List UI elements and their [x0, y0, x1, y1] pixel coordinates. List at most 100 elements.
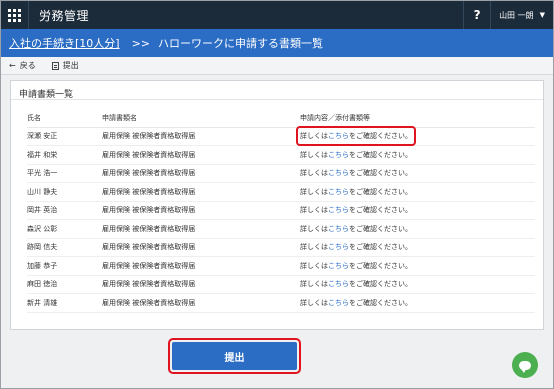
breadcrumb-link[interactable]: 入社の手続き[10人分]	[9, 35, 120, 51]
detail-link[interactable]: こちら	[328, 188, 349, 196]
detail-cell: 詳しくはこちらをご確認ください。	[300, 201, 535, 220]
detail-cell: 詳しくはこちらをご確認ください。	[300, 238, 535, 257]
document-name: 雇用保険 被保険者資格取得届	[102, 275, 300, 294]
table-header-row: 氏名 申請書類名 申請内容／添付書類等	[27, 109, 535, 128]
detail-suffix: をご確認ください。	[349, 206, 412, 215]
detail-prefix: 詳しくは	[300, 261, 328, 270]
card-title: 申請書類一覧	[11, 81, 543, 100]
table-row: 麻田 徳治 雇用保険 被保険者資格取得届 詳しくはこちらをご確認ください。	[27, 275, 535, 294]
detail-cell: 詳しくはこちらをご確認ください。	[300, 182, 535, 202]
submit-highlight: 提出	[168, 338, 301, 374]
table-row: 岡井 英治 雇用保険 被保険者資格取得届 詳しくはこちらをご確認ください。	[27, 201, 535, 220]
detail-text: 詳しくはこちらをご確認ください。	[300, 261, 412, 271]
document-table: 氏名 申請書類名 申請内容／添付書類等 深瀬 安正 雇用保険 被保険者資格取得届詳…	[27, 109, 535, 313]
table-row: 山川 静夫 雇用保険 被保険者資格取得届 詳しくはこちらをご確認ください。	[27, 182, 535, 202]
employee-name: 岡井 英治	[27, 201, 102, 220]
document-icon	[51, 61, 59, 70]
table-row: 深瀬 安正 雇用保険 被保険者資格取得届 詳しくはこちらをご確認ください。	[27, 126, 535, 147]
table-row: 跡岡 信夫 雇用保険 被保険者資格取得届 詳しくはこちらをご確認ください。	[27, 238, 535, 257]
employee-name: 新井 清雄	[27, 293, 102, 313]
detail-cell: 詳しくはこちらをご確認ください。	[300, 293, 535, 313]
table-row: 福井 和栄 雇用保険 被保険者資格取得届 詳しくはこちらをご確認ください。	[27, 145, 535, 165]
detail-link[interactable]: こちら	[328, 206, 349, 214]
detail-suffix: をご確認ください。	[349, 298, 412, 307]
detail-text: 詳しくはこちらをご確認ください。	[300, 298, 412, 308]
document-name: 雇用保険 被保険者資格取得届	[102, 219, 300, 239]
document-list-card: 申請書類一覧 氏名 申請書類名 申請内容／添付書類等 深瀬 安正 雇用保険 被保険…	[10, 80, 544, 330]
grid-icon	[8, 8, 21, 22]
page-header: 入社の手続き[10人分] >> ハローワークに申請する書類一覧	[1, 29, 553, 57]
table-row: 平光 浩一 雇用保険 被保険者資格取得届 詳しくはこちらをご確認ください。	[27, 164, 535, 183]
detail-link[interactable]: こちら	[328, 299, 349, 307]
detail-prefix: 詳しくは	[300, 206, 328, 215]
table-row: 森沢 公彰 雇用保険 被保険者資格取得届 詳しくはこちらをご確認ください。	[27, 219, 535, 239]
detail-link[interactable]: こちら	[328, 243, 349, 251]
detail-suffix: をご確認ください。	[349, 261, 412, 270]
detail-prefix: 詳しくは	[300, 298, 328, 307]
app-bar: 労務管理 ? 山田 一朗 ▼	[1, 1, 553, 29]
detail-highlight	[296, 126, 416, 147]
detail-cell: 詳しくはこちらをご確認ください。	[300, 275, 535, 294]
detail-cell: 詳しくはこちらをご確認ください。	[300, 164, 535, 183]
detail-prefix: 詳しくは	[300, 150, 328, 159]
chat-button[interactable]	[512, 352, 538, 378]
detail-text: 詳しくはこちらをご確認ください。	[300, 187, 412, 197]
document-name: 雇用保険 被保険者資格取得届	[102, 145, 300, 165]
column-header-detail: 申請内容／添付書類等	[300, 109, 535, 128]
page-title: ハローワークに申請する書類一覧	[158, 37, 324, 50]
detail-link[interactable]: こちら	[328, 280, 349, 288]
arrow-left-icon: ←	[9, 61, 16, 70]
detail-cell: 詳しくはこちらをご確認ください。	[296, 126, 535, 147]
detail-link[interactable]: こちら	[328, 169, 349, 177]
column-header-name: 氏名	[27, 109, 102, 128]
document-name: 雇用保険 被保険者資格取得届	[102, 182, 300, 202]
app-menu-button[interactable]	[1, 1, 29, 29]
detail-link[interactable]: こちら	[328, 151, 349, 159]
toolbar-submit-label: 提出	[62, 61, 79, 70]
help-button[interactable]: ?	[463, 1, 492, 29]
table-row: 加藤 恭子 雇用保険 被保険者資格取得届 詳しくはこちらをご確認ください。	[27, 256, 535, 276]
table-row: 新井 清雄 雇用保険 被保険者資格取得届 詳しくはこちらをご確認ください。	[27, 293, 535, 313]
detail-prefix: 詳しくは	[300, 224, 328, 233]
employee-name: 平光 浩一	[27, 164, 102, 183]
detail-text: 詳しくはこちらをご確認ください。	[300, 150, 412, 160]
chevron-down-icon[interactable]: ▼	[540, 11, 545, 19]
user-name[interactable]: 山田 一朗	[499, 10, 534, 21]
detail-text: 詳しくはこちらをご確認ください。	[300, 205, 412, 215]
detail-suffix: をご確認ください。	[349, 187, 412, 196]
app-title: 労務管理	[39, 8, 90, 23]
breadcrumb-separator: >>	[131, 36, 151, 50]
column-header-document: 申請書類名	[102, 109, 300, 128]
detail-suffix: をご確認ください。	[349, 280, 412, 289]
submit-button[interactable]: 提出	[172, 342, 297, 370]
detail-prefix: 詳しくは	[300, 187, 328, 196]
employee-name: 麻田 徳治	[27, 275, 102, 294]
document-name: 雇用保険 被保険者資格取得届	[102, 164, 300, 183]
document-name: 雇用保険 被保険者資格取得届	[102, 201, 300, 220]
document-name: 雇用保険 被保険者資格取得届	[102, 238, 300, 257]
detail-link[interactable]: こちら	[328, 225, 349, 233]
detail-text: 詳しくはこちらをご確認ください。	[300, 168, 412, 178]
detail-cell: 詳しくはこちらをご確認ください。	[300, 256, 535, 276]
document-name: 雇用保険 被保険者資格取得届	[102, 256, 300, 276]
document-name: 雇用保険 被保険者資格取得届	[102, 127, 300, 146]
chat-icon	[519, 360, 531, 373]
detail-cell: 詳しくはこちらをご確認ください。	[300, 219, 535, 239]
back-label: 戻る	[19, 61, 36, 70]
detail-text: 詳しくはこちらをご確認ください。	[300, 279, 412, 289]
back-button[interactable]: ← 戻る	[9, 60, 36, 71]
toolbar: ← 戻る 提出	[1, 57, 553, 75]
detail-cell: 詳しくはこちらをご確認ください。	[300, 145, 535, 165]
toolbar-submit-button[interactable]: 提出	[51, 60, 79, 71]
detail-suffix: をご確認ください。	[349, 224, 412, 233]
employee-name: 加藤 恭子	[27, 256, 102, 276]
employee-name: 山川 静夫	[27, 182, 102, 202]
detail-prefix: 詳しくは	[300, 169, 328, 178]
detail-link[interactable]: こちら	[328, 262, 349, 270]
detail-suffix: をご確認ください。	[349, 169, 412, 178]
detail-text: 詳しくはこちらをご確認ください。	[300, 224, 412, 234]
document-name: 雇用保険 被保険者資格取得届	[102, 293, 300, 313]
detail-prefix: 詳しくは	[300, 243, 328, 252]
employee-name: 森沢 公彰	[27, 219, 102, 239]
employee-name: 深瀬 安正	[27, 127, 102, 146]
